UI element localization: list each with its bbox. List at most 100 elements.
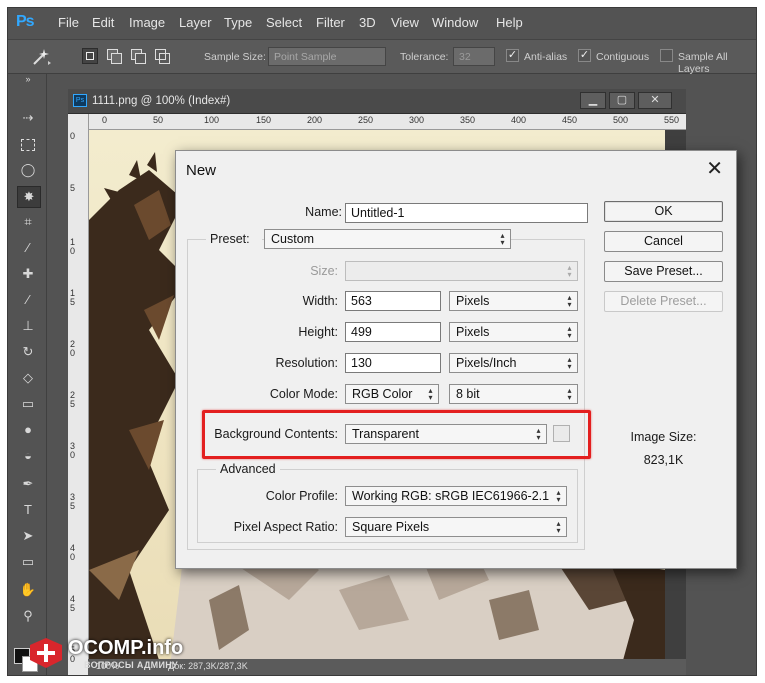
menu-3d[interactable]: 3D (359, 15, 376, 30)
menu-help[interactable]: Help (496, 15, 523, 30)
dodge-tool-icon[interactable]: ◒ (17, 446, 39, 466)
name-input[interactable]: Untitled-1 (345, 203, 588, 223)
intersect-selection-icon[interactable] (154, 48, 170, 64)
resolution-unit-select[interactable]: Pixels/Inch ▴ ▾ (449, 353, 578, 373)
background-color-swatch[interactable] (553, 425, 570, 442)
menu-edit[interactable]: Edit (92, 15, 114, 30)
menu-window[interactable]: Window (432, 15, 478, 30)
watermark-logo (30, 638, 62, 668)
resolution-input[interactable]: 130 (345, 353, 441, 373)
ruler-label: 3 5 (70, 492, 76, 511)
subtract-from-selection-icon[interactable] (130, 48, 146, 64)
ps-file-icon: Ps (73, 94, 87, 107)
close-icon[interactable]: ✕ (706, 159, 723, 179)
sample-all-layers-checkbox[interactable] (660, 49, 673, 62)
blur-tool-icon[interactable]: ● (17, 420, 39, 440)
brush-tool-icon[interactable]: ∕ (17, 290, 39, 310)
ruler-label: 250 (358, 115, 374, 125)
collapse-icon[interactable]: » (17, 74, 39, 84)
menu-type[interactable]: Type (224, 15, 252, 30)
zoom-tool-icon[interactable]: ⚲ (17, 606, 39, 626)
rectangle-tool-icon[interactable]: ▭ (17, 552, 39, 572)
ruler-label: 2 0 (70, 339, 76, 358)
magic-wand-tool-icon[interactable]: ✸ (17, 186, 41, 208)
history-brush-tool-icon[interactable]: ↻ (17, 342, 39, 362)
width-label: Width: (302, 294, 338, 308)
sample-all-layers-label: Sample All Layers (678, 51, 728, 75)
healing-brush-tool-icon[interactable]: ✚ (17, 264, 39, 284)
height-input[interactable]: 499 (345, 322, 441, 342)
tools-panel: » ⇢ ◯ ✸ ⌗ ⁄ ✚ ∕ ⊥ ↻ ◇ ▭ ● ◒ ✒ T ➤ ▭ ✋ ⚲ (8, 74, 47, 675)
menu-layer[interactable]: Layer (179, 15, 212, 30)
move-tool-icon[interactable]: ⇢ (17, 108, 39, 128)
ruler-label: 400 (511, 115, 527, 125)
new-document-dialog: New ✕ Name: Untitled-1 Preset: Custom ▴ ▾ … (175, 150, 737, 569)
menu-filter[interactable]: Filter (316, 15, 345, 30)
color-mode-label: Color Mode: (269, 387, 338, 401)
preset-label: Preset: (206, 232, 262, 246)
pen-tool-icon[interactable]: ✒ (17, 474, 39, 494)
ruler-label: 50 (153, 115, 164, 125)
document-tab[interactable]: Ps 1111.png @ 100% (Index#) ▁ ▢ ✕ (68, 89, 686, 114)
height-label: Height: (298, 325, 338, 339)
maximize-button[interactable]: ▢ (609, 92, 635, 109)
size-label: Size: (310, 264, 338, 278)
lasso-tool-icon[interactable]: ◯ (17, 160, 39, 180)
type-tool-icon[interactable]: T (17, 500, 39, 520)
menu-bar: Ps File Edit Image Layer Type Select Fil… (8, 8, 756, 36)
ruler-label: 4 5 (70, 594, 76, 613)
anti-alias-checkbox[interactable]: ✓ (506, 49, 519, 62)
vertical-ruler: 0 5 1 0 1 5 2 0 2 5 3 0 3 5 4 0 4 5 5 0 (68, 114, 89, 675)
ok-button[interactable]: OK (604, 201, 723, 222)
ruler-label: 3 0 (70, 441, 76, 460)
ruler-label: 150 (256, 115, 272, 125)
ruler-label: 200 (307, 115, 323, 125)
ruler-label: 2 5 (70, 390, 76, 409)
horizontal-ruler: 0 50 100 150 200 250 300 350 400 450 500… (88, 114, 686, 130)
add-to-selection-icon[interactable] (106, 48, 122, 64)
ruler-label: 500 (613, 115, 629, 125)
width-unit-select[interactable]: Pixels ▴ ▾ (449, 291, 578, 311)
pixel-aspect-ratio-select[interactable]: Square Pixels ▴ ▾ (345, 517, 567, 537)
ruler-label: 550 (664, 115, 680, 125)
size-select[interactable]: ▴ ▾ (345, 261, 578, 281)
cancel-button[interactable]: Cancel (604, 231, 723, 252)
doc-size: Док: 287,3K/287,3K (168, 661, 248, 671)
bit-depth-select[interactable]: 8 bit ▴ ▾ (449, 384, 578, 404)
ruler-label: 5 (70, 183, 76, 193)
dialog-title: New (186, 162, 217, 179)
close-doc-button[interactable]: ✕ (638, 92, 672, 109)
marquee-tool-icon[interactable] (17, 134, 39, 154)
eraser-tool-icon[interactable]: ◇ (17, 368, 39, 388)
magic-wand-icon[interactable] (30, 47, 52, 67)
ruler-label: 1 0 (70, 237, 76, 256)
menu-image[interactable]: Image (129, 15, 165, 30)
menu-file[interactable]: File (58, 15, 79, 30)
color-mode-select[interactable]: RGB Color ▴ ▾ (345, 384, 439, 404)
width-input[interactable]: 563 (345, 291, 441, 311)
save-preset-button[interactable]: Save Preset... (604, 261, 723, 282)
options-bar: Sample Size: Point Sample Tolerance: 32 … (8, 39, 756, 75)
tolerance-label: Tolerance: (400, 51, 449, 63)
eyedropper-tool-icon[interactable]: ⁄ (17, 238, 39, 258)
advanced-label: Advanced (216, 462, 280, 476)
background-contents-select[interactable]: Transparent ▴ ▾ (345, 424, 547, 444)
contiguous-checkbox[interactable]: ✓ (578, 49, 591, 62)
menu-view[interactable]: View (391, 15, 419, 30)
menu-select[interactable]: Select (266, 15, 302, 30)
watermark-tagline: ВОПРОСЫ АДМИНУ (84, 660, 178, 670)
delete-preset-button[interactable]: Delete Preset... (604, 291, 723, 312)
sample-size-select[interactable]: Point Sample (268, 47, 386, 66)
color-profile-select[interactable]: Working RGB: sRGB IEC61966-2.1 ▴ ▾ (345, 486, 567, 506)
height-unit-select[interactable]: Pixels ▴ ▾ (449, 322, 578, 342)
path-selection-tool-icon[interactable]: ➤ (17, 526, 39, 546)
ruler-label: 0 (102, 115, 108, 125)
clone-stamp-tool-icon[interactable]: ⊥ (17, 316, 39, 336)
preset-select[interactable]: Custom ▴ ▾ (264, 229, 511, 249)
hand-tool-icon[interactable]: ✋ (17, 580, 39, 600)
new-selection-icon[interactable] (82, 48, 98, 64)
tolerance-input[interactable]: 32 (453, 47, 495, 66)
crop-tool-icon[interactable]: ⌗ (17, 212, 39, 232)
gradient-tool-icon[interactable]: ▭ (17, 394, 39, 414)
minimize-button[interactable]: ▁ (580, 92, 606, 109)
